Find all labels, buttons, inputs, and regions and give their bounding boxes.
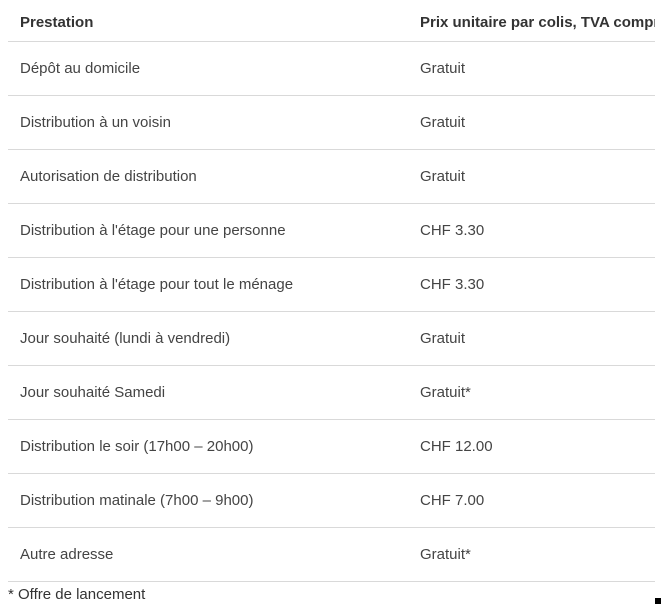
header-prestation: Prestation	[8, 6, 408, 42]
cell-prestation: Distribution le soir (17h00 – 20h00)	[8, 420, 408, 474]
cell-prix: CHF 12.00	[408, 420, 655, 474]
table-scroll-container[interactable]: Prestation Prix unitaire par colis, TVA …	[8, 6, 655, 582]
table-row: Jour souhaité Samedi Gratuit*	[8, 366, 655, 420]
cell-prix: CHF 3.30	[408, 258, 655, 312]
table-row: Autorisation de distribution Gratuit	[8, 150, 655, 204]
footnote: * Offre de lancement	[8, 582, 655, 603]
cell-prix: CHF 7.00	[408, 474, 655, 528]
cell-prix: Gratuit	[408, 42, 655, 96]
cell-prestation: Jour souhaité (lundi à vendredi)	[8, 312, 408, 366]
cell-prestation: Distribution à l'étage pour tout le ména…	[8, 258, 408, 312]
cell-prix: Gratuit*	[408, 528, 655, 582]
cell-prestation: Jour souhaité Samedi	[8, 366, 408, 420]
table-row: Autre adresse Gratuit*	[8, 528, 655, 582]
pricing-table: Prestation Prix unitaire par colis, TVA …	[8, 6, 655, 582]
cell-prix: Gratuit	[408, 150, 655, 204]
cell-prestation: Distribution à l'étage pour une personne	[8, 204, 408, 258]
cell-prix: Gratuit*	[408, 366, 655, 420]
cell-prestation: Autre adresse	[8, 528, 408, 582]
cell-prestation: Distribution à un voisin	[8, 96, 408, 150]
table-header-row: Prestation Prix unitaire par colis, TVA …	[8, 6, 655, 42]
table-row: Distribution à l'étage pour tout le ména…	[8, 258, 655, 312]
header-prix: Prix unitaire par colis, TVA comprise	[408, 6, 655, 42]
cell-prestation: Dépôt au domicile	[8, 42, 408, 96]
corner-dot	[655, 598, 661, 604]
cell-prix: Gratuit	[408, 96, 655, 150]
table-row: Distribution à un voisin Gratuit	[8, 96, 655, 150]
table-body: Dépôt au domicile Gratuit Distribution à…	[8, 42, 655, 582]
table-row: Distribution matinale (7h00 – 9h00) CHF …	[8, 474, 655, 528]
table-row: Jour souhaité (lundi à vendredi) Gratuit	[8, 312, 655, 366]
table-row: Distribution le soir (17h00 – 20h00) CHF…	[8, 420, 655, 474]
table-row: Dépôt au domicile Gratuit	[8, 42, 655, 96]
cell-prestation: Distribution matinale (7h00 – 9h00)	[8, 474, 408, 528]
cell-prestation: Autorisation de distribution	[8, 150, 408, 204]
cell-prix: Gratuit	[408, 312, 655, 366]
cell-prix: CHF 3.30	[408, 204, 655, 258]
table-row: Distribution à l'étage pour une personne…	[8, 204, 655, 258]
